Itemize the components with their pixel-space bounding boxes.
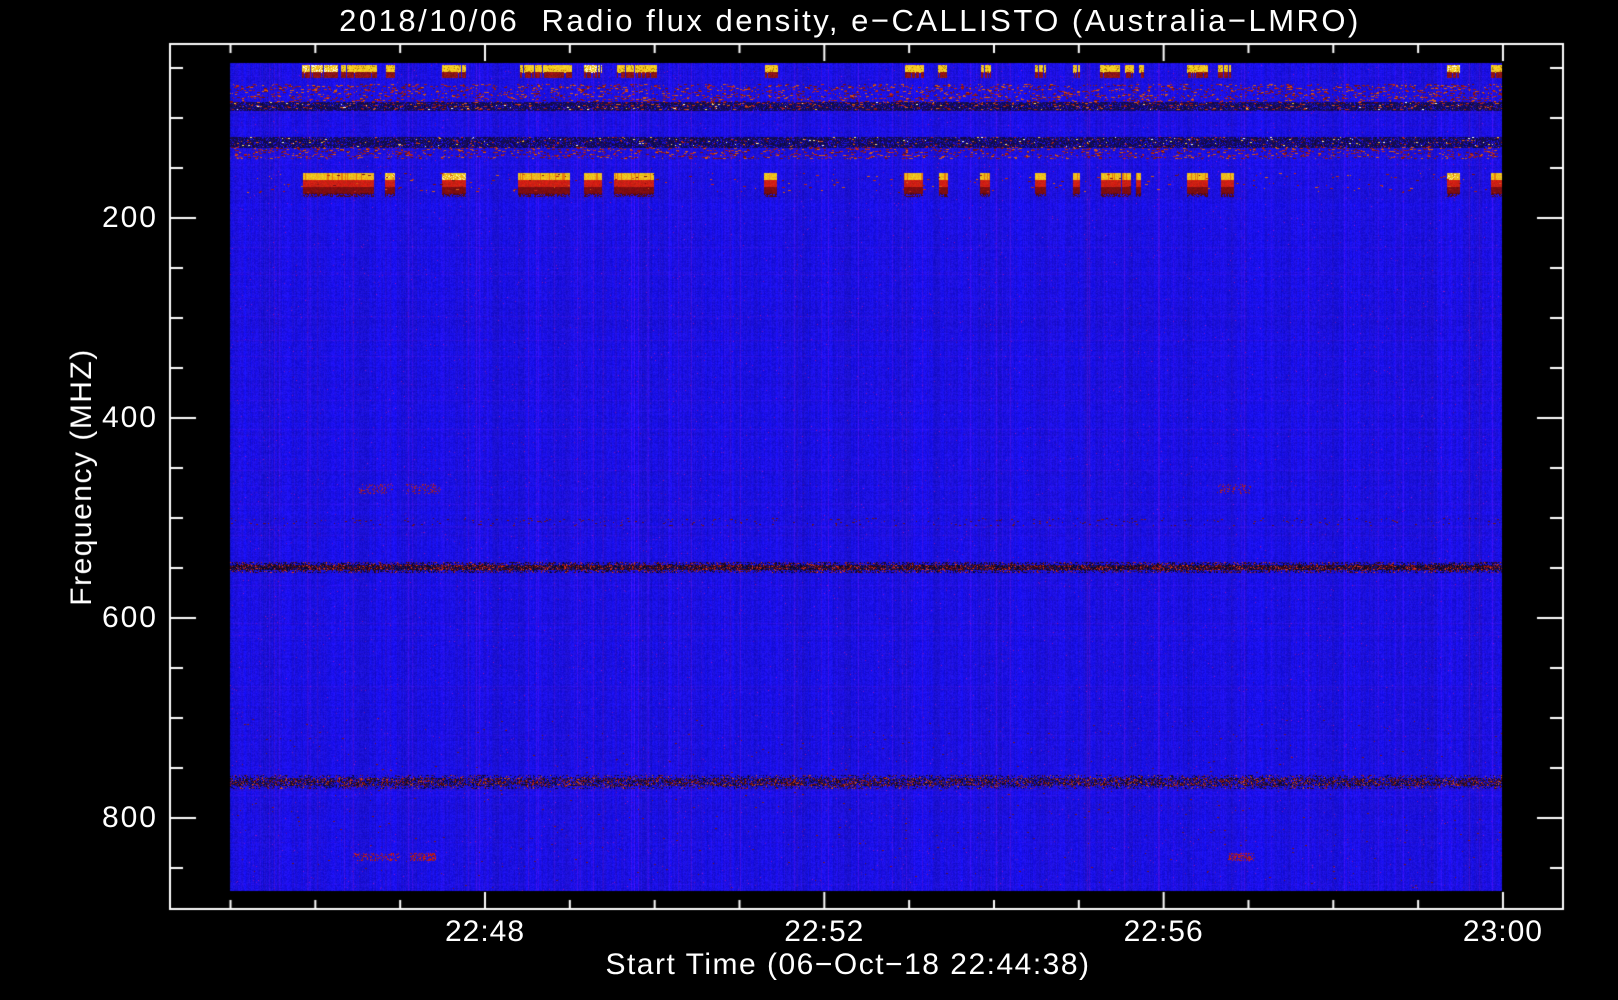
x-tick-label: 22:48 [444, 915, 526, 948]
y-tick-label: 200 [101, 201, 158, 234]
y-tick-label: 800 [101, 801, 158, 834]
y-tick-label: 400 [101, 401, 158, 434]
x-tick-label: 22:52 [784, 915, 865, 948]
y-tick-label: 600 [101, 601, 158, 634]
spectrogram-page: 2018/10/06 Radio flux density, e−CALLIST… [0, 0, 1618, 1000]
y-axis-label: Frequency (MHZ) [65, 348, 98, 606]
spectrogram-canvas [0, 0, 1618, 1000]
x-axis-label: Start Time (06−Oct−18 22:44:38) [605, 948, 1091, 981]
x-tick-label: 23:00 [1462, 915, 1543, 948]
x-tick-label: 22:56 [1123, 915, 1204, 948]
page-title: 2018/10/06 Radio flux density, e−CALLIST… [339, 3, 1361, 38]
